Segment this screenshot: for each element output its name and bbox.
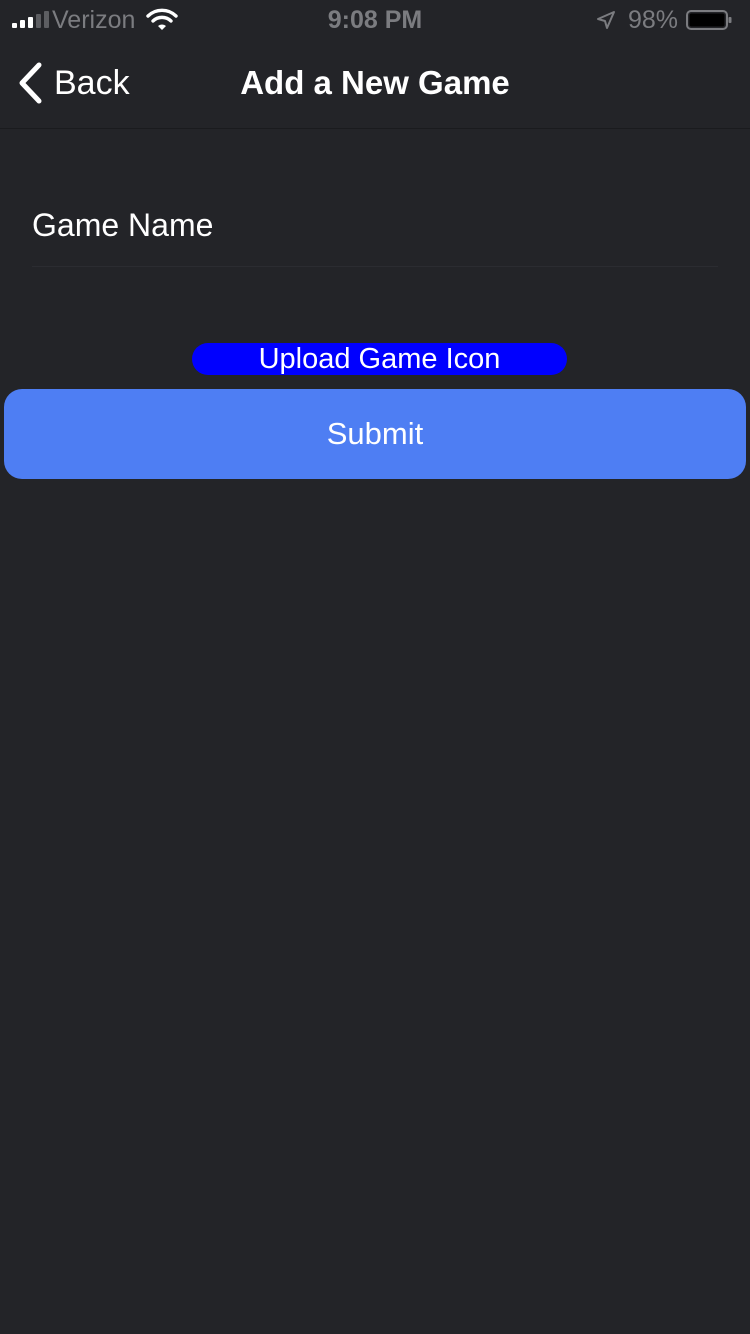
game-name-input[interactable] [32, 190, 718, 260]
battery-percent: 98% [628, 6, 679, 34]
upload-game-icon-button[interactable]: Upload Game Icon [192, 343, 567, 375]
add-game-screen: Verizon 9:08 PM 98% Back Add a New Game [0, 0, 750, 1334]
navigation-bar: Back Add a New Game [0, 40, 750, 129]
status-bar: Verizon 9:08 PM 98% [0, 0, 750, 40]
game-name-field [32, 190, 718, 267]
battery-icon [686, 10, 732, 30]
submit-button[interactable]: Submit [4, 389, 746, 479]
page-title: Add a New Game [240, 64, 510, 101]
location-arrow-icon [597, 11, 615, 29]
